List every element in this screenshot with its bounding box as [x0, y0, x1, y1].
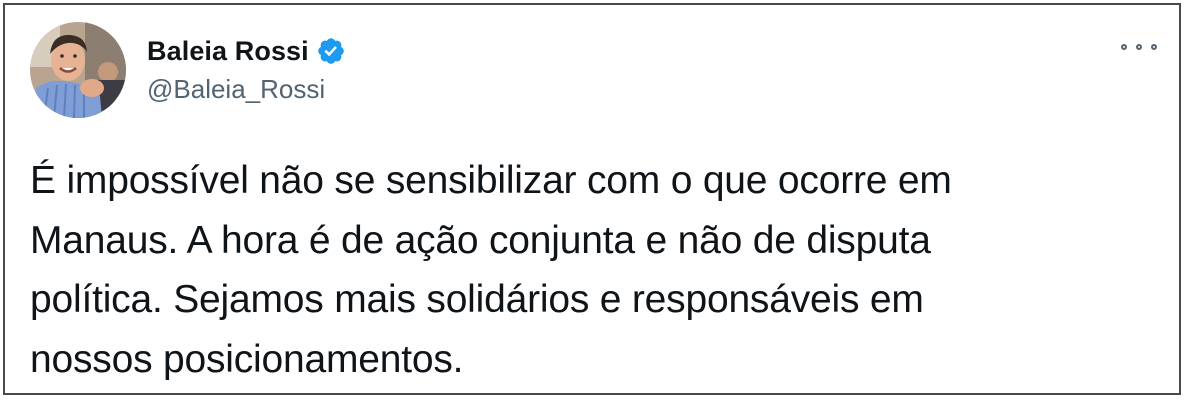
tweet-text-line: política. Sejamos mais solidários e resp… — [30, 278, 924, 321]
avatar[interactable] — [30, 22, 126, 118]
display-name[interactable]: Baleia Rossi — [147, 36, 309, 67]
more-options-icon — [1121, 44, 1127, 50]
verified-badge-icon — [316, 36, 346, 66]
tweet-text-line: Manaus. A hora é de ação conjunta e não … — [30, 218, 931, 262]
display-name-row[interactable]: Baleia Rossi — [147, 31, 346, 71]
tweet-card: Baleia Rossi @Baleia_Rossi É impossível … — [3, 3, 1181, 395]
tweet-text-line: nossos posicionamentos. — [30, 337, 464, 381]
tweet-text: É impossível não se sensibilizar com o q… — [30, 151, 1150, 389]
avatar-photo — [30, 22, 126, 118]
more-options-icon — [1136, 44, 1142, 50]
more-options-icon — [1151, 44, 1157, 50]
user-handle[interactable]: @Baleia_Rossi — [147, 74, 325, 105]
tweet-text-line: É impossível não se sensibilizar com o q… — [30, 159, 952, 202]
more-options-button[interactable] — [1121, 37, 1157, 57]
